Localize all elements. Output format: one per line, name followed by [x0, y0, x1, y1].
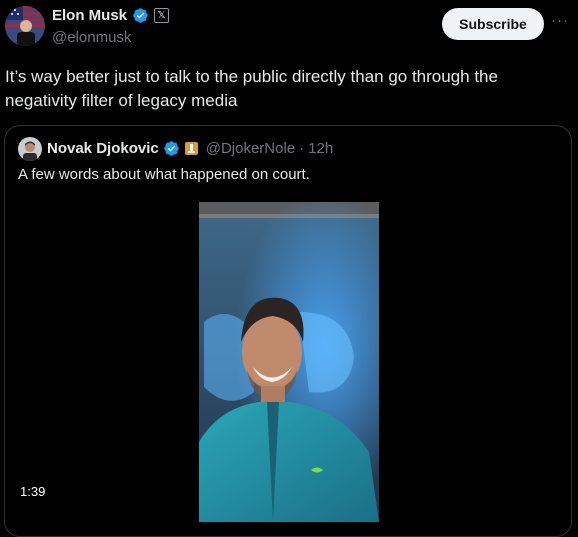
video-frame-image	[199, 202, 379, 522]
more-options-icon[interactable]: ···	[551, 12, 569, 29]
subscribe-button[interactable]: Subscribe	[442, 8, 544, 40]
quote-author-row: Novak Djokovic @DjokerNole · 12h	[47, 140, 333, 157]
author-avatar[interactable]	[5, 6, 45, 46]
verified-badge-icon[interactable]	[132, 7, 149, 24]
verified-badge-icon[interactable]	[163, 140, 180, 157]
quoted-tweet-card[interactable]: Novak Djokovic @DjokerNole · 12h A few w…	[4, 125, 572, 537]
quote-author-handle[interactable]: @DjokerNole	[206, 140, 295, 157]
video-duration: 1:39	[20, 484, 46, 499]
author-name-row: Elon Musk 𝕏	[52, 7, 170, 24]
quote-text: A few words about what happened on court…	[18, 166, 310, 183]
quote-timestamp[interactable]: 12h	[308, 140, 333, 157]
x-affiliation-badge[interactable]: 𝕏	[154, 8, 170, 23]
djokovic-avatar-icon	[18, 137, 42, 161]
author-handle[interactable]: @elonmusk	[52, 29, 131, 46]
elon-avatar-icon	[5, 6, 45, 46]
video-thumbnail[interactable]	[199, 202, 379, 522]
author-name[interactable]: Elon Musk	[52, 7, 127, 24]
affiliation-badge-icon[interactable]	[184, 141, 199, 156]
post-text: It’s way better just to talk to the publ…	[5, 67, 498, 110]
quote-author-name[interactable]: Novak Djokovic	[47, 140, 159, 157]
separator-dot: ·	[299, 140, 305, 157]
quote-author-avatar[interactable]	[18, 137, 42, 161]
